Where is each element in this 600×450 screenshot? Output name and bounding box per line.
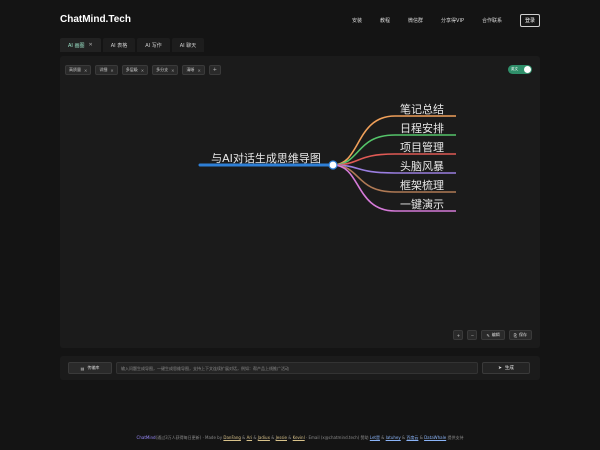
pencil-icon: ✎	[486, 332, 490, 338]
generate-label: 生成	[504, 366, 514, 371]
branch-node-label[interactable]: 项目管理	[400, 140, 444, 154]
nav-share-vip[interactable]: 分享得VIP	[441, 17, 464, 24]
close-icon[interactable]: ✕	[141, 68, 144, 73]
chip-label: 详细	[99, 67, 108, 72]
mindmap-canvas[interactable]: 与AI对话生成思维导图 笔记总结日程安排项目管理头脑风暴框架梳理一键演示	[60, 56, 540, 348]
mode-tabs: AI 画图 ✕ AI 表格 AI 写作 AI 聊天	[60, 38, 205, 52]
chip-multi-level[interactable]: 多层级 ✕	[121, 65, 149, 75]
branch-group: 笔记总结日程安排项目管理头脑风暴框架梳理一键演示	[332, 102, 456, 212]
tab-ai-draw[interactable]: AI 画图 ✕	[60, 38, 101, 52]
root-connector-node[interactable]	[328, 160, 338, 170]
edit-button[interactable]: ✎ 编辑	[481, 330, 505, 340]
zoom-out-icon: −	[470, 332, 475, 338]
prompt-input[interactable]	[116, 362, 478, 374]
org-link[interactable]: DataWhale	[424, 435, 446, 440]
tab-ai-writing[interactable]: AI 写作	[137, 38, 170, 52]
close-icon[interactable]: ✕	[84, 68, 87, 73]
document-icon: ▤	[80, 365, 85, 371]
chip-clear[interactable]: 清晰 ✕	[182, 65, 205, 75]
prompt-bar: ▤ 传输库 ➤ 生成	[60, 356, 540, 380]
nav-contact[interactable]: 合作联系	[482, 17, 502, 24]
chip-high-quality[interactable]: 高质量 ✕	[65, 65, 92, 75]
close-icon[interactable]: ✕	[110, 68, 113, 73]
branch-node-label[interactable]: 一键演示	[400, 197, 444, 211]
root-node-label[interactable]: 与AI对话生成思维导图	[211, 151, 321, 165]
footer-email: · Email (x@chatmind.tech)	[304, 435, 360, 440]
author-link[interactable]: Kevinl	[293, 435, 305, 440]
login-button[interactable]: 登录	[519, 14, 540, 27]
close-icon[interactable]: ✕	[89, 42, 93, 48]
nav-tutorial[interactable]: 教程	[380, 17, 390, 24]
upload-label: 传输库	[87, 365, 100, 370]
chip-multi-branch[interactable]: 多分支 ✕	[152, 65, 179, 75]
zoom-out-button[interactable]: −	[467, 330, 478, 340]
tab-label: AI 写作	[145, 42, 162, 49]
nav-install[interactable]: 安装	[352, 17, 362, 24]
zoom-in-button[interactable]: +	[453, 330, 464, 340]
sponsor-link[interactable]: 百度云	[406, 435, 418, 440]
add-chip-button[interactable]: +	[208, 65, 221, 75]
footer-text: (通过3万人获得每日更新) · Made by	[155, 435, 224, 440]
author-link[interactable]: DanFang	[223, 435, 241, 440]
chip-label: 清晰	[186, 67, 195, 72]
branch-node-label[interactable]: 日程安排	[400, 121, 444, 135]
close-icon[interactable]: ✕	[197, 68, 200, 73]
sponsor-link[interactable]: Iatuhey	[386, 435, 401, 440]
tab-label: AI 聊天	[179, 42, 197, 49]
chip-detailed[interactable]: 详细 ✕	[95, 65, 118, 75]
save-button[interactable]: ⎘ 保存	[508, 330, 532, 340]
tab-label: AI 画图	[68, 42, 85, 49]
top-nav: 安装 教程 微信群 分享得VIP 合作联系 登录	[352, 14, 540, 27]
nav-wechat-group[interactable]: 微信群	[408, 17, 423, 24]
tab-label: AI 表格	[110, 42, 128, 49]
zoom-in-icon: +	[456, 332, 461, 338]
author-link[interactable]: Jessie	[276, 435, 287, 440]
send-icon: ➤	[498, 365, 502, 371]
close-icon[interactable]: ✕	[171, 68, 174, 73]
edit-label: 编辑	[491, 332, 500, 337]
save-label: 保存	[519, 332, 527, 337]
footer-sponsor-text: 赞助	[359, 435, 370, 440]
branch-node-label[interactable]: 头脑风暴	[400, 160, 444, 173]
toggle-knob	[524, 66, 531, 73]
mindmap-canvas-panel: 与AI对话生成思维导图 笔记总结日程安排项目管理头脑风暴框架梳理一键演示 高质量…	[60, 56, 540, 348]
brand-logo[interactable]: ChatMind.Tech	[60, 14, 131, 25]
footer-tail: 提供支持	[446, 435, 464, 440]
chip-label: 多层级	[125, 67, 138, 72]
generate-button[interactable]: ➤ 生成	[482, 362, 530, 374]
footer: ChatMind(通过3万人获得每日更新) · Made by DanFang …	[136, 435, 464, 440]
chip-label: 高质量	[69, 67, 81, 72]
language-toggle[interactable]: 英文	[508, 65, 532, 74]
author-link[interactable]: Jadiux	[258, 435, 270, 440]
branch-node-label[interactable]: 笔记总结	[400, 102, 444, 116]
sponsor-link[interactable]: Let是	[370, 435, 380, 440]
upload-library-button[interactable]: ▤ 传输库	[68, 362, 112, 374]
canvas-toolbar: + − ✎ 编辑 ⎘ 保存	[453, 330, 532, 340]
author-link[interactable]: Ari	[247, 435, 253, 440]
top-bar: ChatMind.Tech 安装 教程 微信群 分享得VIP 合作联系 登录	[0, 0, 600, 40]
save-icon: ⎘	[513, 332, 517, 338]
branch-node-label[interactable]: 框架梳理	[400, 178, 444, 192]
tab-ai-table[interactable]: AI 表格	[102, 38, 136, 52]
toggle-label: 英文	[511, 67, 518, 71]
style-chips: 高质量 ✕ 详细 ✕ 多层级 ✕ 多分支 ✕ 清晰 ✕ +	[65, 65, 221, 75]
footer-brand-link[interactable]: ChatMind	[137, 435, 156, 440]
chip-label: 多分支	[156, 67, 169, 72]
tab-ai-chat[interactable]: AI 聊天	[171, 38, 205, 52]
